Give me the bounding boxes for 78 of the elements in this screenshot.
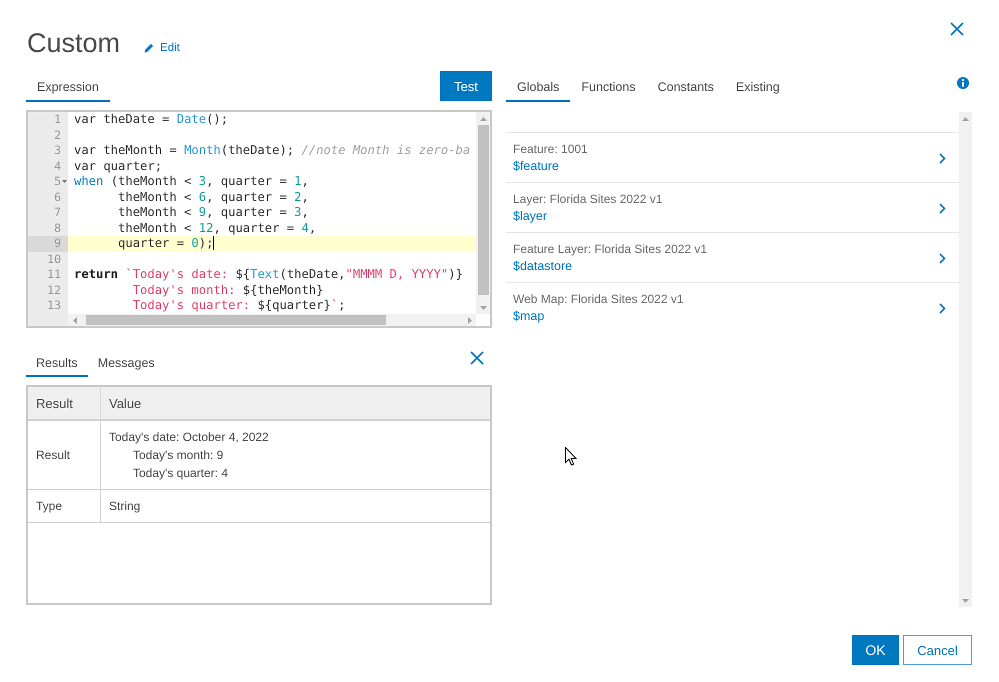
tab[interactable]: Constants xyxy=(646,71,725,102)
code-line: var quarter; xyxy=(73,158,164,174)
up-triangle-icon[interactable] xyxy=(962,116,969,120)
line-number: 7 xyxy=(53,205,62,220)
code-line: var theDate = Date(); xyxy=(73,112,230,128)
mouse-pointer-icon xyxy=(565,447,577,466)
line-number: 12 xyxy=(46,282,62,298)
item-label: Feature: 1001 xyxy=(513,141,588,157)
scrollbar[interactable] xyxy=(68,314,476,326)
code-line: theMonth < 6, quarter = 2, xyxy=(117,190,310,205)
down-triangle-icon[interactable] xyxy=(480,306,486,310)
chevron-right-icon xyxy=(939,203,946,214)
table-cell: Today's date: October 4, 2022 Today's month: 9 Today's quarter: 4 xyxy=(101,421,490,490)
code-line: theMonth < 9, quarter = 3, xyxy=(117,205,310,220)
variable-name: $map xyxy=(513,308,544,325)
scrollbar[interactable] xyxy=(476,112,490,314)
line-number: 5 xyxy=(28,174,68,190)
chevron-right-icon xyxy=(939,253,946,264)
table-cell: Type xyxy=(28,490,101,523)
item-label: Web Map: Florida Sites 2022 v1 xyxy=(513,291,684,307)
line-number: 6 xyxy=(53,190,62,205)
table-cell: Result xyxy=(28,421,101,490)
tab[interactable]: Existing xyxy=(724,71,791,102)
code-line: var theMonth = Month(theDate); //note Month is zero-ba xyxy=(73,143,472,158)
scrollbar[interactable] xyxy=(959,112,972,607)
scrollbar-thumb[interactable] xyxy=(478,125,488,295)
close-button[interactable] xyxy=(950,22,964,36)
line-number: 10 xyxy=(46,252,62,267)
list-item[interactable]: Feature Layer: Florida Sites 2022 v1 $datastore xyxy=(506,232,959,282)
table-cell: String xyxy=(101,490,490,523)
line-number: 9 xyxy=(28,236,68,252)
item-label: Layer: Florida Sites 2022 v1 xyxy=(513,191,662,207)
code-line: theMonth < 12, quarter = 4, xyxy=(117,220,318,236)
right-triangle-icon[interactable] xyxy=(468,316,472,324)
line-number: 3 xyxy=(53,143,62,158)
scrollbar-thumb[interactable] xyxy=(86,315,386,325)
cancel-button[interactable]: Cancel xyxy=(903,635,972,665)
chevron-right-icon xyxy=(939,303,946,314)
line-number: 2 xyxy=(53,128,62,143)
close-button[interactable] xyxy=(470,351,484,365)
column-header: Value xyxy=(101,387,490,421)
info-icon[interactable] xyxy=(957,77,969,89)
line-number: 11 xyxy=(46,267,62,282)
dialog-title: Custom xyxy=(27,28,120,58)
pencil-icon xyxy=(144,43,154,53)
line-number: 8 xyxy=(53,220,62,236)
code-line: when (theMonth < 3, quarter = 1, xyxy=(73,174,310,190)
variable-name: $feature xyxy=(513,158,559,175)
line-number: 13 xyxy=(46,298,62,314)
list-item[interactable]: Layer: Florida Sites 2022 v1 $layer xyxy=(506,182,959,232)
text-cursor-icon xyxy=(213,236,214,250)
down-triangle-icon[interactable] xyxy=(62,180,67,183)
test-button[interactable]: Test xyxy=(440,71,492,101)
close-icon xyxy=(470,351,484,365)
down-triangle-icon[interactable] xyxy=(962,598,969,602)
tab[interactable]: Messages xyxy=(88,347,165,377)
variable-name: $layer xyxy=(513,208,548,225)
chevron-right-icon xyxy=(939,153,946,164)
left-triangle-icon[interactable] xyxy=(72,316,76,324)
line-number: 4 xyxy=(53,158,62,174)
column-header: Result xyxy=(28,387,101,421)
up-triangle-icon[interactable] xyxy=(480,116,486,120)
code-line: Today's quarter: ${quarter}`; xyxy=(132,298,346,314)
code-line: return `Today's date: ${Text(theDate,"MMMM D, YYYY")} xyxy=(73,267,464,282)
code-editor[interactable] xyxy=(26,110,492,328)
list-item[interactable]: Feature: 1001 $feature xyxy=(506,132,959,182)
close-icon xyxy=(950,22,964,36)
list-item[interactable]: Web Map: Florida Sites 2022 v1 $map xyxy=(506,282,959,332)
item-label: Feature Layer: Florida Sites 2022 v1 xyxy=(513,241,708,257)
edit-link[interactable]: Edit xyxy=(144,40,180,56)
ok-button[interactable]: OK xyxy=(852,635,899,665)
code-line: Today's month: ${theMonth} xyxy=(132,282,324,298)
tab[interactable]: Globals xyxy=(506,71,570,102)
tab[interactable]: Expression xyxy=(26,71,110,102)
line-number: 1 xyxy=(53,112,62,128)
tab[interactable]: Results xyxy=(26,347,88,377)
tab[interactable]: Functions xyxy=(570,71,647,102)
variable-name: $datastore xyxy=(513,258,572,275)
